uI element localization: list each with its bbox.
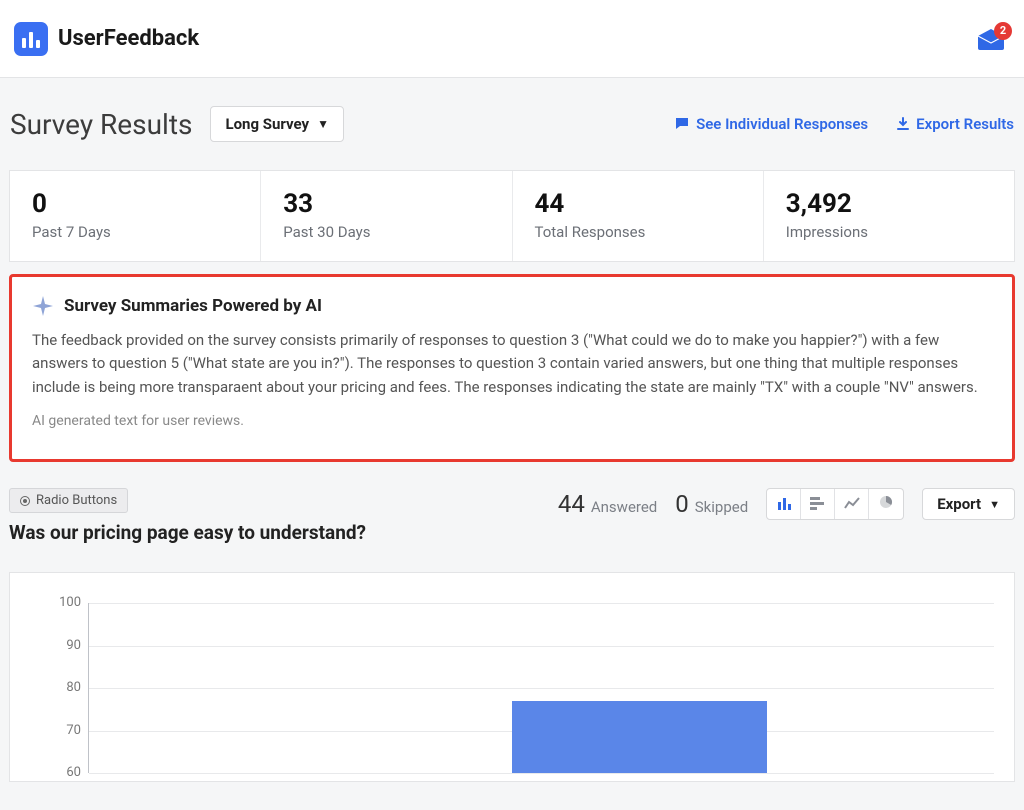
stat-value: 3,492 (786, 189, 992, 219)
page-title: Survey Results (10, 108, 192, 141)
stat-label: Impressions (786, 223, 992, 241)
chart-type-bar-button[interactable] (767, 489, 801, 519)
caret-down-icon: ▼ (317, 118, 329, 130)
chart-type-line-button[interactable] (835, 489, 869, 519)
top-bar: UserFeedback 2 (0, 0, 1024, 78)
answered-count: 44 Answered (558, 490, 657, 518)
brand: UserFeedback (14, 22, 199, 56)
chart-bar (512, 701, 767, 773)
chart-tick-label: 100 (49, 595, 81, 610)
line-chart-icon (844, 495, 860, 514)
survey-selected-label: Long Survey (225, 115, 309, 133)
stats-panel: 0 Past 7 Days 33 Past 30 Days 44 Total R… (9, 170, 1015, 262)
ai-summary-body: The feedback provided on the survey cons… (32, 329, 992, 399)
stat-impressions: 3,492 Impressions (764, 171, 1014, 261)
page-header: Survey Results Long Survey ▼ See Individ… (0, 78, 1024, 170)
radio-icon (20, 496, 30, 506)
ai-summary-disclaimer: AI generated text for user reviews. (32, 413, 992, 429)
stat-past-30-days: 33 Past 30 Days (261, 171, 512, 261)
stat-label: Total Responses (535, 223, 741, 241)
chat-icon (674, 116, 690, 132)
horizontal-bar-icon (810, 495, 826, 514)
chart-container: 60 70 80 90 100 (9, 572, 1015, 782)
export-results-label: Export Results (916, 115, 1014, 133)
chart-tick-label: 90 (49, 638, 81, 653)
chart-type-group (766, 488, 904, 520)
stat-label: Past 7 Days (32, 223, 238, 241)
survey-selector[interactable]: Long Survey ▼ (210, 106, 344, 142)
ai-summary-title: Survey Summaries Powered by AI (64, 296, 322, 316)
bar-chart-icon (776, 495, 792, 514)
skipped-count: 0 Skipped (675, 490, 748, 518)
brand-name: UserFeedback (58, 26, 199, 51)
see-individual-responses-link[interactable]: See Individual Responses (674, 115, 868, 133)
chart-gridline: 60 (89, 773, 994, 774)
caret-down-icon: ▼ (989, 498, 1000, 511)
pie-chart-icon (878, 494, 894, 514)
brand-logo-icon (14, 22, 48, 56)
skipped-label: Skipped (695, 498, 748, 516)
chart-gridline: 100 (89, 603, 994, 604)
stat-value: 0 (32, 189, 238, 219)
chart-tick-label: 80 (49, 680, 81, 695)
chart-gridline: 90 (89, 646, 994, 647)
sparkle-icon (32, 295, 54, 317)
stat-value: 33 (283, 189, 489, 219)
stat-total-responses: 44 Total Responses (513, 171, 764, 261)
notification-badge: 2 (994, 22, 1012, 40)
question-type-chip: Radio Buttons (9, 488, 128, 513)
skipped-value: 0 (675, 490, 689, 518)
question-export-button[interactable]: Export ▼ (922, 488, 1015, 520)
question-card: Radio Buttons Was our pricing page easy … (9, 488, 1015, 782)
chart-type-horizontal-bar-button[interactable] (801, 489, 835, 519)
see-individual-responses-label: See Individual Responses (696, 115, 868, 133)
answered-label: Answered (591, 498, 657, 516)
stat-value: 44 (535, 189, 741, 219)
answered-value: 44 (558, 490, 585, 518)
chart-tick-label: 70 (49, 723, 81, 738)
chart-plot-area: 60708090100 (88, 603, 994, 773)
question-type-label: Radio Buttons (36, 493, 117, 508)
chart-gridline: 80 (89, 688, 994, 689)
export-results-link[interactable]: Export Results (896, 115, 1014, 133)
inbox-button[interactable]: 2 (976, 28, 1006, 50)
question-export-label: Export (937, 495, 981, 513)
ai-summary-box: Survey Summaries Powered by AI The feedb… (9, 274, 1015, 462)
question-text: Was our pricing page easy to understand? (9, 521, 366, 544)
stat-past-7-days: 0 Past 7 Days (10, 171, 261, 261)
chart-type-pie-button[interactable] (869, 489, 903, 519)
download-icon (896, 117, 910, 131)
stat-label: Past 30 Days (283, 223, 489, 241)
chart-tick-label: 60 (49, 765, 81, 780)
